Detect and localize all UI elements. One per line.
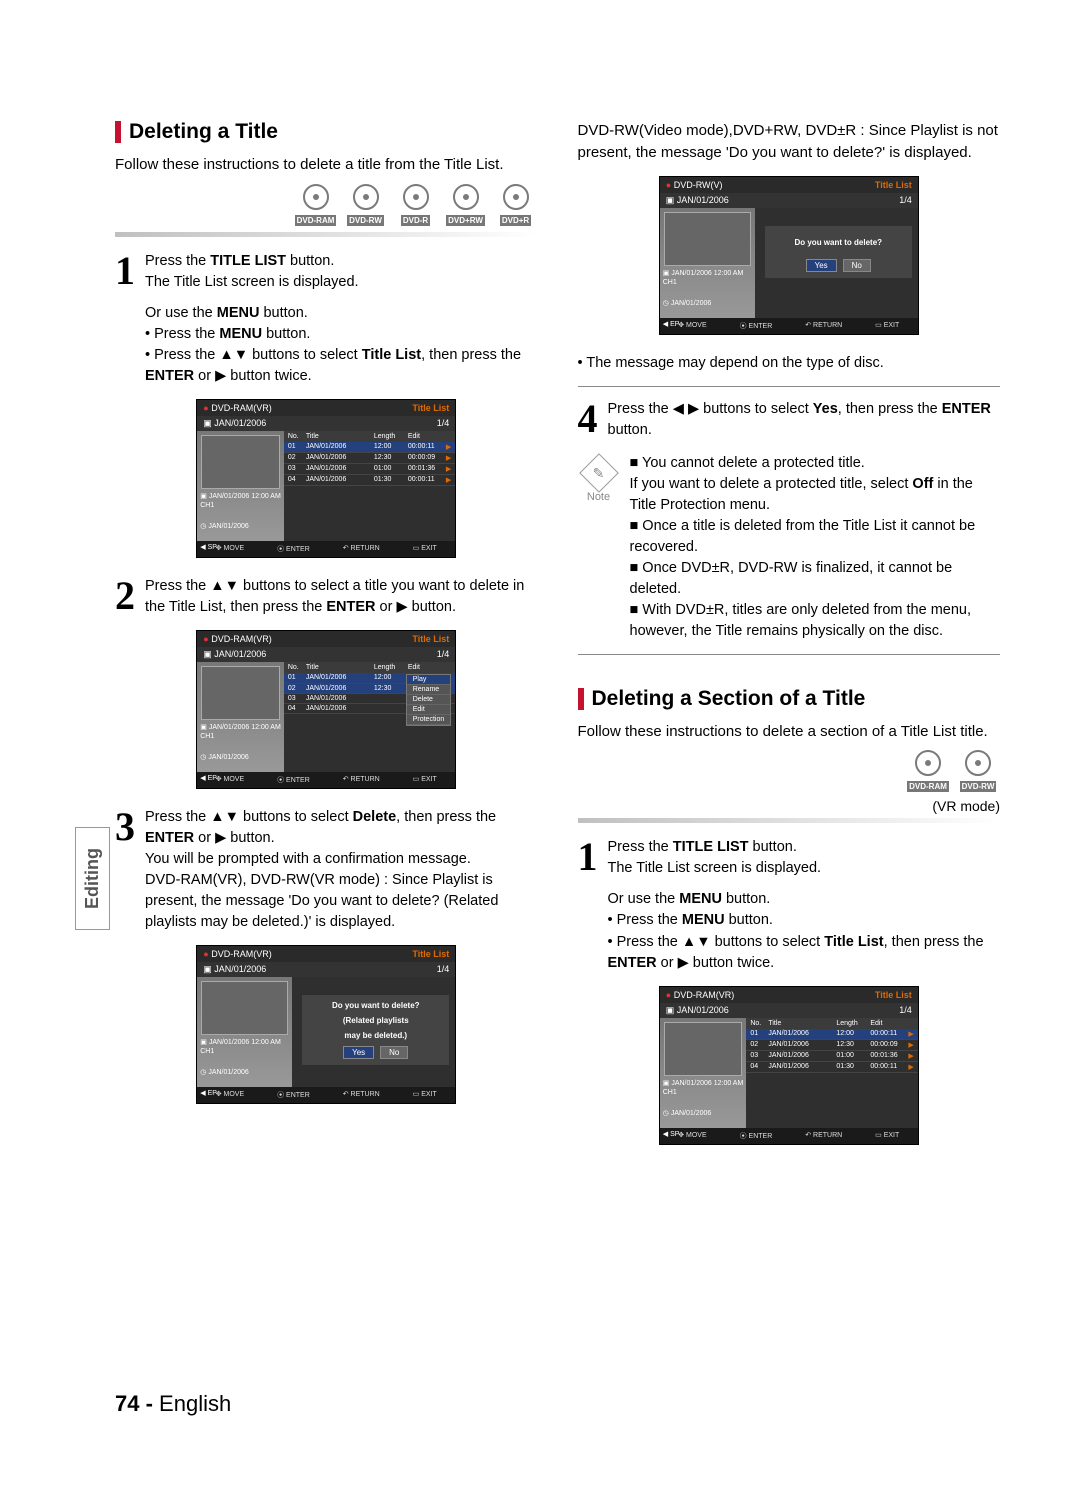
- disc-dvd-plus-r: DVD+R: [494, 184, 538, 228]
- disc-compat-row: DVD-RAM DVD-RW DVD-R DVD+RW DVD+R: [115, 184, 538, 228]
- note-block: ✎ Note You cannot delete a protected tit…: [578, 453, 1001, 642]
- step1-bullets: Press the MENU button. Press the ▲▼ butt…: [145, 324, 538, 387]
- page-footer: 74 - English: [115, 1391, 231, 1417]
- step-body: Press the TITLE LIST button. The Title L…: [145, 251, 538, 387]
- note-icon: ✎: [579, 453, 619, 493]
- screenshot-context-menu: ● DVD-RAM(VR)Title List ▣ JAN/01/20061/4…: [196, 630, 456, 789]
- page-content: Deleting a Title Follow these instructio…: [0, 0, 1080, 1243]
- heading-bar: [115, 121, 121, 143]
- section-title: Deleting a Title: [129, 120, 278, 144]
- disc-dvd-ram: DVD-RAM: [906, 750, 950, 794]
- screenshot-title-list: ● DVD-RAM(VR)Title List ▣ JAN/01/20061/4…: [196, 399, 456, 558]
- step-2: 2 Press the ▲▼ buttons to select a title…: [115, 576, 538, 618]
- right-column: DVD-RW(Video mode),DVD+RW, DVD±R : Since…: [578, 120, 1001, 1163]
- section-intro: Follow these instructions to delete a ti…: [115, 154, 538, 176]
- vr-mode-label: (VR mode): [578, 798, 1001, 814]
- section-heading-deleting: Deleting a Title: [115, 120, 538, 144]
- screenshot-delete-dialog-rw: ● DVD-RW(V)Title List ▣ JAN/01/20061/4 ▣…: [659, 176, 919, 335]
- gradient-rule: [115, 232, 538, 237]
- side-tab: Editing: [75, 827, 110, 930]
- confirm-dialog: Do you want to delete? (Related playlist…: [302, 995, 449, 1065]
- message-depend: The message may depend on the type of di…: [578, 353, 1001, 374]
- dialog-no: No: [843, 259, 871, 272]
- disc-dvd-rw: DVD-RW: [956, 750, 1000, 794]
- note-bullets: You cannot delete a protected title.If y…: [630, 453, 1001, 642]
- section-heading-deleting-section: Deleting a Section of a Title: [578, 687, 1001, 711]
- rule: [578, 654, 1001, 655]
- section-title: Deleting a Section of a Title: [592, 687, 866, 711]
- dialog-no: No: [380, 1046, 408, 1059]
- screenshot-delete-dialog-vr: ● DVD-RAM(VR)Title List ▣ JAN/01/20061/4…: [196, 945, 456, 1104]
- disc-dvd-rw: DVD-RW: [344, 184, 388, 228]
- dialog-yes: Yes: [806, 259, 837, 272]
- rule: [578, 386, 1001, 387]
- context-menu: Play Rename Delete Edit Protection: [406, 674, 452, 726]
- confirm-dialog: Do you want to delete? Yes No: [765, 226, 912, 278]
- disc-compat-row-2: DVD-RAM DVD-RW: [578, 750, 1001, 794]
- dialog-yes: Yes: [343, 1046, 374, 1059]
- disc-dvd-plus-rw: DVD+RW: [444, 184, 488, 228]
- sec2-step-1: 1 Press the TITLE LIST button. The Title…: [578, 837, 1001, 973]
- screenshot-title-list-2: ● DVD-RAM(VR)Title List ▣ JAN/01/20061/4…: [659, 986, 919, 1145]
- left-column: Deleting a Title Follow these instructio…: [115, 120, 538, 1163]
- step-number: 1: [115, 251, 135, 291]
- step-4: 4 Press the ◀ ▶ buttons to select Yes, t…: [578, 399, 1001, 441]
- step-3: 3 Press the ▲▼ buttons to select Delete,…: [115, 807, 538, 933]
- section-intro: Follow these instructions to delete a se…: [578, 721, 1001, 743]
- step-1: 1 Press the TITLE LIST button. The Title…: [115, 251, 538, 387]
- step3-continued: DVD-RW(Video mode),DVD+RW, DVD±R : Since…: [578, 120, 1001, 164]
- disc-dvd-r: DVD-R: [394, 184, 438, 228]
- disc-dvd-ram: DVD-RAM: [294, 184, 338, 228]
